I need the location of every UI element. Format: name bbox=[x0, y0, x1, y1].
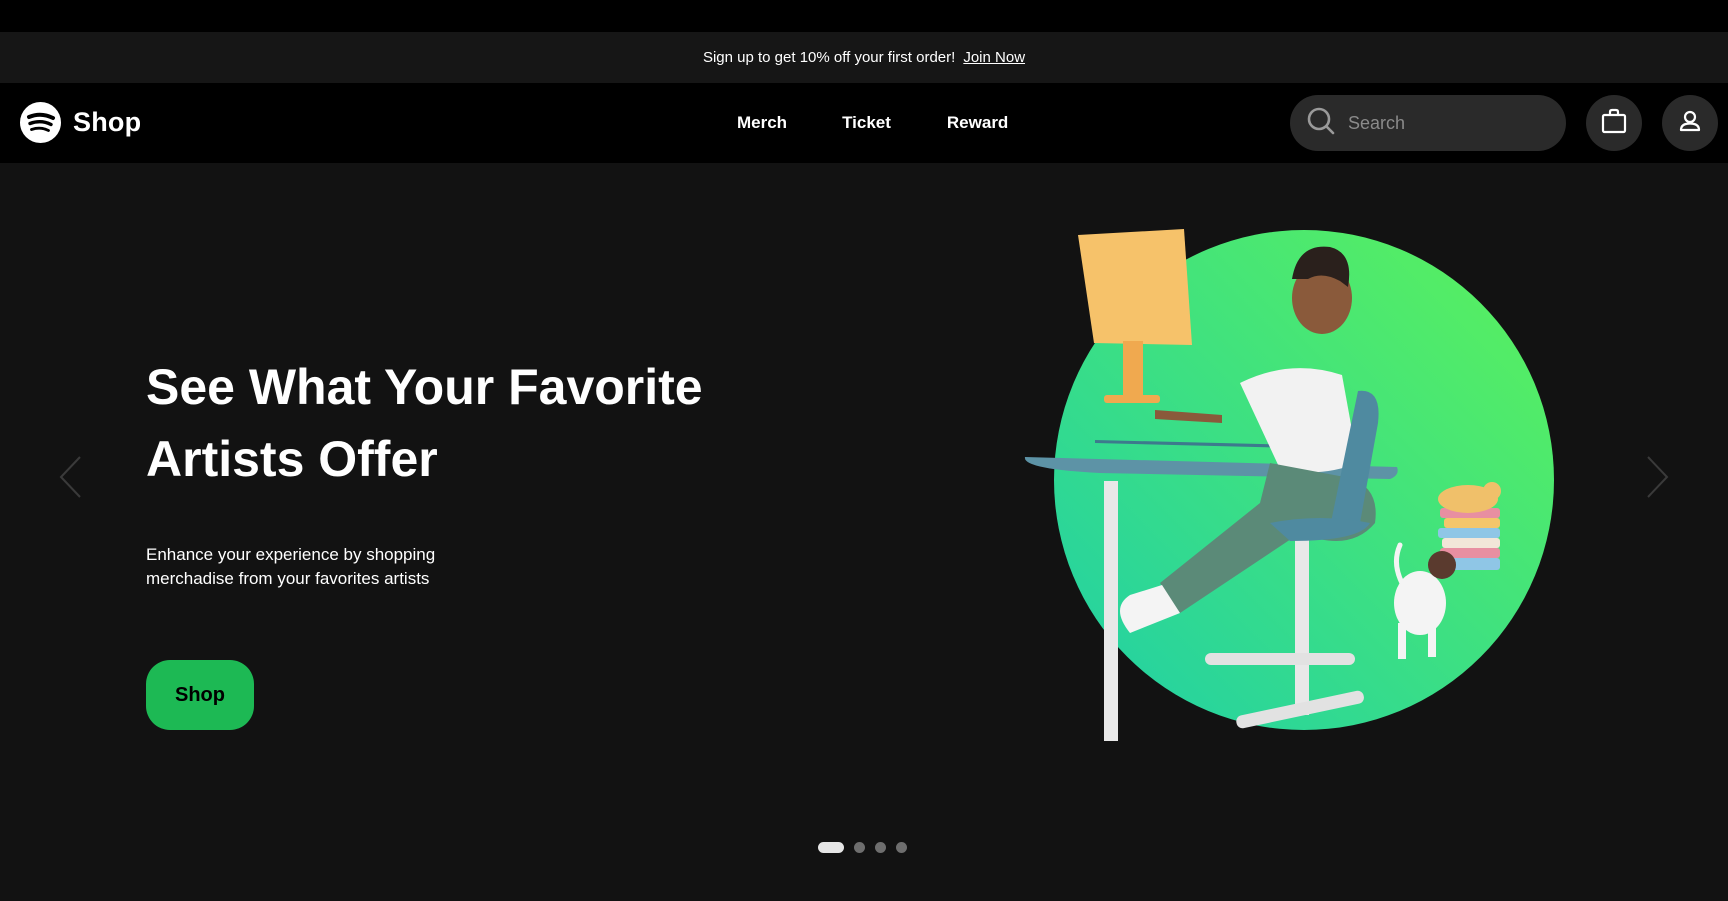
hero-title: See What Your Favorite Artists Offer bbox=[146, 351, 766, 495]
logo-text: Shop bbox=[73, 107, 142, 137]
join-now-link[interactable]: Join Now bbox=[963, 49, 1025, 66]
nav-merch[interactable]: Merch bbox=[737, 113, 787, 133]
search-bar[interactable] bbox=[1290, 95, 1566, 151]
user-icon bbox=[1677, 108, 1703, 139]
search-icon bbox=[1306, 106, 1336, 141]
hero-title-line1: See What Your Favorite bbox=[146, 359, 703, 415]
nav-ticket[interactable]: Ticket bbox=[842, 113, 891, 133]
nav-reward[interactable]: Reward bbox=[947, 113, 1008, 133]
carousel-prev-button[interactable] bbox=[58, 455, 82, 504]
top-strip bbox=[0, 0, 1728, 32]
hero-illustration bbox=[1024, 229, 1554, 741]
account-button[interactable] bbox=[1662, 95, 1718, 151]
spotify-logo-icon bbox=[20, 102, 61, 143]
promo-text: Sign up to get 10% off your first order! bbox=[702, 49, 956, 66]
shop-button[interactable]: Shop bbox=[146, 660, 254, 730]
cart-button[interactable] bbox=[1586, 95, 1642, 151]
carousel-dot-4[interactable] bbox=[896, 842, 907, 853]
promo-banner: Sign up to get 10% off your first order!… bbox=[0, 32, 1728, 83]
search-input[interactable] bbox=[1348, 112, 1538, 134]
carousel-dot-1[interactable] bbox=[818, 842, 844, 853]
header: Shop Merch Ticket Reward bbox=[0, 83, 1728, 163]
chevron-left-icon bbox=[58, 456, 82, 503]
hero-carousel: See What Your Favorite Artists Offer Enh… bbox=[0, 163, 1728, 901]
carousel-dot-3[interactable] bbox=[875, 842, 886, 853]
carousel-dot-2[interactable] bbox=[854, 842, 865, 853]
hero-title-line2: Artists Offer bbox=[146, 431, 438, 487]
main-nav: Merch Ticket Reward bbox=[737, 83, 1008, 163]
carousel-pagination bbox=[818, 842, 907, 853]
logo[interactable]: Shop bbox=[20, 102, 141, 143]
hero-subtitle: Enhance your experience by shopping merc… bbox=[146, 543, 486, 591]
chevron-right-icon bbox=[1646, 456, 1670, 503]
hero-subtitle-line2: merchadise from your favorites artists bbox=[146, 569, 430, 588]
shopping-bag-icon bbox=[1600, 107, 1628, 140]
carousel-next-button[interactable] bbox=[1646, 455, 1670, 504]
hero-subtitle-line1: Enhance your experience by shopping bbox=[146, 545, 436, 564]
